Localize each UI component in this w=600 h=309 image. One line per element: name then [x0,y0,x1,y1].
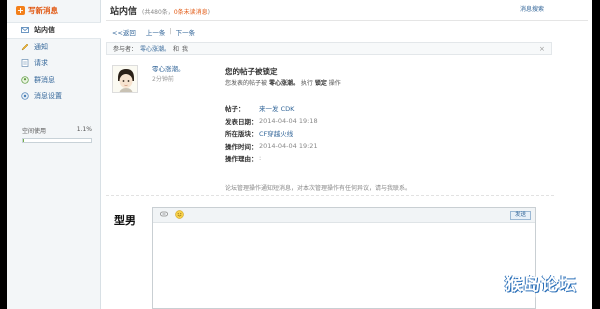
message-body: 您的帖子被锁定 您发表的帖子被 零心涨潮。 执行 锁定 操作 帖子： 来一发 C… [225,66,545,192]
participants-prefix: 参与者： [113,46,138,53]
sidebar-nav: 站内信 通知 请求 群消息 消息设置 [7,22,101,105]
message-pager: <<返回 上一条 | 下一条 [112,27,195,37]
sidebar-item-label: 站内信 [34,26,55,35]
link-icon[interactable] [160,211,168,219]
request-icon [21,59,29,68]
close-icon[interactable]: × [539,45,545,53]
prev-link[interactable]: 上一条 [146,27,166,37]
divider [106,20,588,21]
sidebar-item-request[interactable]: 请求 [7,55,101,72]
message-summary: 您发表的帖子被 零心涨潮。 执行 锁定 操作 [225,80,341,87]
detail-row: 所在版块： CF穿越火线 [225,127,545,140]
space-percent: 1.1% [76,126,92,133]
compose-button[interactable]: + 写新消息 [16,5,58,16]
my-avatar[interactable]: 型男 [110,204,140,234]
message-footer: 论坛管理操作通知短消息，对本次管理操作有任何异议，请与我联系。 [225,184,412,192]
message-count: (共480条，0条未读消息) [142,9,210,16]
settings-icon [21,92,29,100]
sidebar-item-label: 消息设置 [34,92,62,101]
detail-row: 操作时间： 2014-04-04 19:21 [225,140,545,153]
watermark-url: BBS.HOUDAO.COM [511,294,570,300]
detail-key: 操作时间： [225,142,258,151]
forum-link[interactable]: CF穿越火线 [259,128,293,138]
actor-name[interactable]: 零心涨潮。 [269,80,299,87]
action-name: 锁定 [314,80,327,87]
detail-row: 发表日期： 2014-04-04 19:18 [225,115,545,128]
participant-and: 和 [173,46,180,53]
detail-row: 帖子： 来一发 CDK [225,102,545,115]
participants-bar: 参与者： 零心涨潮。 和 我 [106,42,552,55]
sidebar-item-settings[interactable]: 消息设置 [7,88,101,105]
watermark-logo: 猴岛论坛 BBS.HOUDAO.COM [505,270,595,304]
compose-label: 写新消息 [28,6,58,15]
space-progress-fill [23,139,25,142]
space-progress-bar [22,138,92,143]
emoji-icon[interactable] [175,209,184,221]
detail-key: 发表日期： [225,117,258,126]
space-usage: 空间使用 1.1% [22,126,92,143]
detail-value: : [259,154,262,163]
send-button[interactable]: 发送 [509,211,531,220]
sender-time: 2分钟前 [152,76,174,83]
left-black-bar [0,0,7,309]
message-details: 帖子： 来一发 CDK 发表日期： 2014-04-04 19:18 所在版块：… [225,102,545,165]
back-link[interactable]: <<返回 [112,27,136,37]
space-label: 空间使用 [22,128,47,135]
unread-count[interactable]: 0条未读消息 [174,9,208,16]
page-title: 站内信 [110,7,138,17]
sidebar-item-inbox[interactable]: 站内信 [7,22,101,39]
pager-separator: | [169,27,172,35]
sender-name[interactable]: 零心涨潮。 [152,63,185,73]
group-icon [21,76,29,84]
right-black-bar [592,0,600,309]
sidebar-item-notice[interactable]: 通知 [7,39,101,56]
reply-toolbar: 发送 [153,208,535,223]
next-link[interactable]: 下一条 [176,27,196,37]
participant-self: 我 [182,46,189,53]
page: + 写新消息 站内信 通知 请求 群消息 消息设置 空间使用 1.1% 站内信 … [7,0,592,309]
mail-icon [21,26,29,34]
page-header: 站内信 (共480条，0条未读消息) [110,4,210,17]
detail-key: 操作理由： [225,155,258,164]
message-title: 您的帖子被锁定 [225,67,278,76]
message-search-link[interactable]: 消息搜索 [520,4,544,13]
thread-link[interactable]: 来一发 CDK [259,103,294,113]
sidebar-item-group[interactable]: 群消息 [7,72,101,89]
watermark-title: 猴岛论坛 [505,275,577,295]
divider [106,195,554,196]
my-avatar-text: 型男 [114,213,136,227]
detail-value: 2014-04-04 19:18 [259,116,318,125]
detail-key: 帖子： [225,105,245,114]
detail-row: 操作理由： : [225,152,545,165]
sidebar-item-label: 请求 [34,59,48,68]
sidebar-item-label: 通知 [34,42,48,51]
plus-icon: + [16,6,25,15]
pencil-icon [21,43,29,51]
reply-editor[interactable]: 发送 [152,207,536,309]
main-content: 站内信 (共480条，0条未读消息) 消息搜索 <<返回 上一条 | 下一条 参… [102,0,592,309]
detail-value: 2014-04-04 19:21 [259,141,318,150]
detail-key: 所在版块： [225,130,258,139]
sender-avatar[interactable] [112,65,138,93]
sidebar-item-label: 群消息 [34,75,55,84]
participant-name[interactable]: 零心涨潮。 [140,44,170,53]
